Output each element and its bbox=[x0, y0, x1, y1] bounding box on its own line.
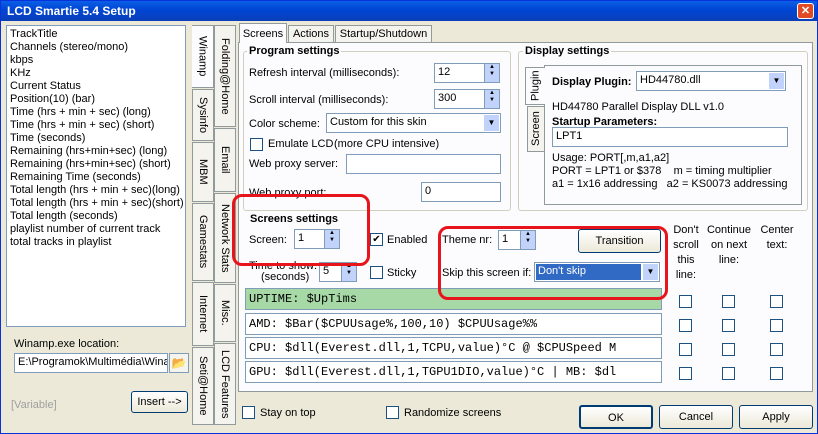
window-title: LCD Smartie 5.4 Setup bbox=[7, 4, 136, 18]
tab-email[interactable]: Email bbox=[214, 128, 236, 192]
noscroll-checkbox-3[interactable] bbox=[679, 343, 692, 356]
list-item[interactable]: Remaining Time (seconds) bbox=[10, 171, 182, 184]
screen-line-3[interactable]: CPU: $dll(Everest.dll,1,TCPU,value)°C @ … bbox=[245, 337, 662, 359]
refresh-spinner[interactable]: ▲ ▼ bbox=[484, 64, 499, 82]
program-settings-title: Program settings bbox=[247, 45, 342, 57]
close-icon[interactable]: ✕ bbox=[797, 3, 814, 19]
list-item[interactable]: Time (hrs + min + sec) (long) bbox=[10, 106, 182, 119]
color-scheme-value: Custom for this skin bbox=[330, 116, 427, 128]
noscroll-checkbox-2[interactable] bbox=[679, 319, 692, 332]
chevron-down-icon: ▼ bbox=[769, 73, 784, 89]
list-item[interactable]: Position(10) (bar) bbox=[10, 93, 182, 106]
folder-icon[interactable]: 📂 bbox=[169, 353, 189, 373]
continue-checkbox-2[interactable] bbox=[722, 319, 735, 332]
sticky-label: Sticky bbox=[387, 267, 417, 279]
noscroll-column-header: Don't scroll this line: bbox=[673, 224, 699, 281]
display-plugin-select[interactable]: HD44780.dll ▼ bbox=[636, 71, 786, 91]
randomize-label: Randomize screens bbox=[404, 407, 502, 419]
emulate-lcd-label: Emulate LCD bbox=[268, 138, 334, 150]
list-item[interactable]: Total length (hrs + min + sec)(long) bbox=[10, 184, 182, 197]
tab-startup-shutdown[interactable]: Startup/Shutdown bbox=[335, 25, 432, 43]
winamp-location-label: Winamp.exe location: bbox=[14, 338, 120, 350]
proxy-port-input[interactable]: 0 bbox=[421, 182, 501, 202]
list-item[interactable]: kbps bbox=[10, 54, 182, 67]
list-item[interactable]: Remaining (hrs+min+sec) (long) bbox=[10, 145, 182, 158]
tab-winamp[interactable]: Winamp bbox=[192, 25, 214, 88]
proxy-server-input[interactable] bbox=[346, 154, 501, 174]
time-seconds-label: (seconds) bbox=[261, 271, 310, 283]
display-plugin-value: HD44780.dll bbox=[640, 74, 701, 86]
highlight-screens-settings bbox=[232, 194, 370, 266]
list-item[interactable]: Total length (hrs + min + sec)(short) bbox=[10, 197, 184, 210]
center-checkbox-1[interactable] bbox=[770, 295, 783, 308]
tab-plugin[interactable]: Plugin bbox=[525, 67, 545, 105]
refresh-label: Refresh interval (milliseconds): bbox=[249, 67, 400, 79]
list-item[interactable]: Remaining (hrs+min+sec) (short) bbox=[10, 158, 182, 171]
variable-list[interactable]: TrackTitle Channels (stereo/mono) kbps KHz C… bbox=[6, 25, 186, 327]
list-item[interactable]: Total length (seconds) bbox=[10, 210, 182, 223]
continue-checkbox-1[interactable] bbox=[722, 295, 735, 308]
display-plugin-label: Display Plugin: bbox=[552, 76, 632, 88]
randomize-checkbox[interactable] bbox=[386, 406, 399, 419]
center-checkbox-4[interactable] bbox=[770, 367, 783, 380]
enabled-label: Enabled bbox=[387, 234, 428, 246]
tab-screen[interactable]: Screen bbox=[527, 106, 545, 152]
startup-params-input[interactable]: LPT1 bbox=[552, 127, 788, 147]
screen-line-4[interactable]: GPU: $dll(Everest.dll,1,TGPU1DIO,value)°… bbox=[245, 361, 662, 383]
continue-checkbox-3[interactable] bbox=[722, 343, 735, 356]
cancel-button[interactable]: Cancel bbox=[659, 405, 733, 429]
list-item[interactable]: KHz bbox=[10, 67, 182, 80]
center-checkbox-3[interactable] bbox=[770, 343, 783, 356]
screen-line-2[interactable]: AMD: $Bar($CPUUsage%,100,10) $CPUUsage%% bbox=[245, 313, 662, 335]
dll-description: HD44780 Parallel Display DLL v1.0 bbox=[552, 101, 725, 113]
tab-seti[interactable]: Seti@Home bbox=[192, 347, 214, 425]
usage-line-2: PORT = LPT1 or $378 m = timing multiplie… bbox=[552, 165, 772, 177]
list-item[interactable]: TrackTitle bbox=[10, 28, 182, 41]
color-scheme-select[interactable]: Custom for this skin ▼ bbox=[326, 113, 501, 133]
winamp-path-input[interactable]: E:\Programok\Multimédia\Winamp bbox=[14, 353, 168, 373]
insert-button[interactable]: Insert --> bbox=[131, 391, 188, 413]
center-column-header: Center text: bbox=[760, 224, 794, 251]
noscroll-checkbox-4[interactable] bbox=[679, 367, 692, 380]
usage-line-1: Usage: PORT[,m,a1,a2] bbox=[552, 152, 670, 164]
tab-lcdfeatures[interactable]: LCD Features bbox=[214, 343, 236, 425]
stay-on-top-label: Stay on top bbox=[260, 407, 316, 419]
color-scheme-label: Color scheme: bbox=[249, 118, 320, 130]
tab-actions[interactable]: Actions bbox=[288, 25, 334, 43]
continue-column-header: Continue on next line: bbox=[706, 224, 752, 266]
display-settings-title: Display settings bbox=[523, 45, 612, 57]
apply-button[interactable]: Apply bbox=[739, 405, 813, 429]
chevron-down-icon: ▼ bbox=[484, 115, 499, 131]
tab-folding[interactable]: Folding@Home bbox=[214, 25, 236, 127]
list-item[interactable]: Current Status bbox=[10, 80, 182, 93]
tab-mbm[interactable]: MBM bbox=[192, 142, 214, 202]
setup-window: LCD Smartie 5.4 Setup ✕ TrackTitle Channe… bbox=[0, 0, 818, 434]
sticky-checkbox[interactable] bbox=[370, 266, 383, 279]
tab-internet[interactable]: Internet bbox=[192, 282, 214, 346]
variable-label: [Variable] bbox=[11, 399, 57, 411]
highlight-skip-screen bbox=[438, 226, 668, 300]
list-item[interactable]: Time (seconds) bbox=[10, 132, 182, 145]
tab-gamestats[interactable]: Gamestats bbox=[192, 203, 214, 281]
list-item[interactable]: Time (hrs + min + sec) (short) bbox=[10, 119, 182, 132]
ok-button[interactable]: OK bbox=[579, 405, 653, 429]
title-bar[interactable]: LCD Smartie 5.4 Setup ✕ bbox=[1, 1, 817, 21]
usage-line-3: a1 = 1x16 addressing a2 = KS0073 address… bbox=[552, 178, 788, 190]
enabled-checkbox[interactable]: ✔ bbox=[370, 233, 383, 246]
emulate-lcd-checkbox[interactable] bbox=[250, 138, 263, 151]
tab-misc[interactable]: Misc. bbox=[214, 284, 236, 342]
stay-on-top-checkbox[interactable] bbox=[242, 406, 255, 419]
list-item[interactable]: total tracks in playlist bbox=[10, 236, 182, 249]
tab-screens[interactable]: Screens bbox=[239, 23, 287, 43]
continue-checkbox-4[interactable] bbox=[722, 367, 735, 380]
emulate-lcd-note: (more CPU intensive) bbox=[334, 138, 440, 150]
center-checkbox-2[interactable] bbox=[770, 319, 783, 332]
list-item[interactable]: playlist number of current track bbox=[10, 223, 182, 236]
list-item[interactable]: Channels (stereo/mono) bbox=[10, 41, 182, 54]
proxy-server-label: Web proxy server: bbox=[249, 158, 339, 170]
noscroll-checkbox-1[interactable] bbox=[679, 295, 692, 308]
scroll-label: Scroll interval (milliseconds): bbox=[249, 94, 389, 106]
tab-sysinfo[interactable]: Sysinfo bbox=[192, 89, 214, 141]
scroll-spinner[interactable]: ▲ ▼ bbox=[484, 90, 499, 108]
